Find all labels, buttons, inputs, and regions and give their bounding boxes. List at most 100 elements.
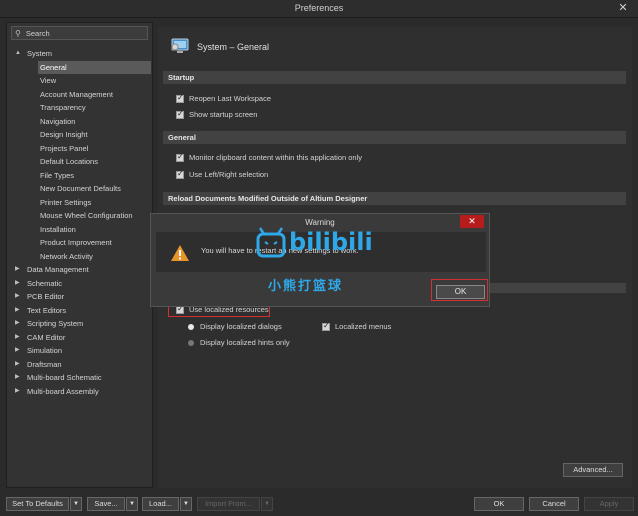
set-to-defaults-dropdown[interactable]: ▼ <box>70 497 82 511</box>
left-right-selection-checkbox[interactable]: Use Left/Right selection <box>176 169 269 179</box>
radio-selected[interactable] <box>188 323 194 330</box>
radio-unselected[interactable] <box>188 339 194 346</box>
checkbox-checked[interactable] <box>176 169 184 179</box>
left-right-selection-label: Use Left/Right selection <box>189 170 269 179</box>
tree-item-label: Projects Panel <box>40 143 89 153</box>
tree-item-new-document-defaults[interactable]: New Document Defaults <box>7 182 154 196</box>
tree-item-network-activity[interactable]: Network Activity <box>7 250 154 264</box>
tree-item-default-locations[interactable]: Default Locations <box>7 155 154 169</box>
tree-item-label: File Types <box>40 170 75 180</box>
checkbox-checked[interactable] <box>322 321 330 331</box>
import-from-button[interactable]: Import From... <box>197 497 260 511</box>
tree-item-label: Data Management <box>27 265 89 274</box>
bilibili-watermark: bilibili 小熊打篮球 <box>256 222 376 302</box>
tree-item-cam-editor[interactable]: ▶ CAM Editor <box>7 331 154 345</box>
tree-item-label: System <box>27 49 53 58</box>
tree-item-schematic[interactable]: ▶ Schematic <box>7 277 154 291</box>
tree-item-file-types[interactable]: File Types <box>7 169 154 183</box>
load-button[interactable]: Load... <box>142 497 179 511</box>
tree-item-label: Default Locations <box>40 157 98 166</box>
show-startup-label: Show startup screen <box>189 110 258 119</box>
checkbox-checked[interactable] <box>176 93 184 103</box>
tree-item-account-management[interactable]: Account Management <box>7 88 154 102</box>
tree-item-multi-board-schematic[interactable]: ▶ Multi-board Schematic <box>7 371 154 385</box>
tree-item-label: Transparency <box>40 103 86 112</box>
localized-dialogs-label: Display localized dialogs <box>200 322 282 331</box>
localized-menus-checkbox[interactable]: Localized menus <box>322 321 392 331</box>
expand-arrow-icon[interactable]: ▶ <box>15 263 20 277</box>
tree-item-label: General <box>38 60 151 74</box>
expand-arrow-icon[interactable]: ▶ <box>15 317 20 331</box>
preferences-tree-panel: ⚲ ▲ System General View Account Management Tr… <box>6 22 153 488</box>
tree-item-transparency[interactable]: Transparency <box>7 101 154 115</box>
tree-item-design-insight[interactable]: Design Insight <box>7 128 154 142</box>
tree-item-multi-board-assembly[interactable]: ▶ Multi-board Assembly <box>7 385 154 399</box>
expand-arrow-icon[interactable]: ▶ <box>15 290 20 304</box>
tree-item-view[interactable]: View <box>7 74 154 88</box>
system-general-icon <box>171 38 189 53</box>
tree-item-label: Mouse Wheel Configuration <box>40 211 133 220</box>
tree-item-data-management[interactable]: ▶ Data Management <box>7 263 154 277</box>
show-startup-checkbox[interactable]: Show startup screen <box>176 109 258 119</box>
tree-item-label: View <box>40 76 57 85</box>
localized-hints-label: Display localized hints only <box>200 338 290 347</box>
tree-item-navigation[interactable]: Navigation <box>7 115 154 129</box>
load-dropdown[interactable]: ▼ <box>180 497 192 511</box>
checkbox-checked[interactable] <box>176 152 184 162</box>
highlight-ok-button <box>431 279 488 301</box>
expand-arrow-icon[interactable]: ▶ <box>15 277 20 291</box>
save-button[interactable]: Save... <box>87 497 125 511</box>
tree-item-label: Account Management <box>40 89 113 99</box>
tree-item-scripting-system[interactable]: ▶ Scripting System <box>7 317 154 331</box>
localized-hints-radio[interactable]: Display localized hints only <box>188 338 290 347</box>
search-box[interactable]: ⚲ <box>11 26 148 40</box>
ok-button[interactable]: OK <box>474 497 524 511</box>
tree-item-label: Multi-board Schematic <box>27 373 102 382</box>
import-from-dropdown[interactable]: ▼ <box>261 497 273 511</box>
collapse-arrow-icon[interactable]: ▲ <box>15 47 21 61</box>
window-title: Preferences <box>294 3 344 13</box>
tree-item-product-improvement[interactable]: Product Improvement <box>7 236 154 250</box>
set-to-defaults-button[interactable]: Set To Defaults <box>6 497 69 511</box>
localized-menus-label: Localized menus <box>335 322 392 331</box>
tree-item-mouse-wheel-configuration[interactable]: Mouse Wheel Configuration <box>7 209 154 223</box>
checkbox-checked[interactable] <box>176 109 184 119</box>
tree-item-general[interactable]: General <box>7 60 154 74</box>
tree-item-label: Printer Settings <box>40 197 92 207</box>
tree-item-pcb-editor[interactable]: ▶ PCB Editor <box>7 290 154 304</box>
tree-item-label: Product Improvement <box>40 238 112 247</box>
section-startup: Startup <box>163 71 626 84</box>
apply-button[interactable]: Apply <box>584 497 634 511</box>
localized-dialogs-radio[interactable]: Display localized dialogs <box>188 322 282 331</box>
reopen-workspace-label: Reopen Last Workspace <box>189 94 271 103</box>
advanced-button[interactable]: Advanced... <box>563 463 623 477</box>
preferences-tree: ▲ System General View Account Management Tran… <box>7 47 154 398</box>
tree-item-projects-panel[interactable]: Projects Panel <box>7 142 154 156</box>
tree-item-label: Design Insight <box>40 130 88 139</box>
window-close-button[interactable]: ✕ <box>616 1 630 14</box>
monitor-clipboard-checkbox[interactable]: Monitor clipboard content within this ap… <box>176 152 363 162</box>
tree-item-simulation[interactable]: ▶ Simulation <box>7 344 154 358</box>
dialog-close-button[interactable]: ✕ <box>460 215 484 228</box>
expand-arrow-icon[interactable]: ▶ <box>15 385 20 399</box>
tree-item-label: Network Activity <box>40 251 93 261</box>
cancel-button[interactable]: Cancel <box>529 497 579 511</box>
warning-icon <box>171 245 189 261</box>
watermark-subtitle: 小熊打篮球 <box>268 278 344 293</box>
tree-item-printer-settings[interactable]: Printer Settings <box>7 196 154 210</box>
expand-arrow-icon[interactable]: ▶ <box>15 371 20 385</box>
search-input[interactable] <box>25 28 136 38</box>
expand-arrow-icon[interactable]: ▶ <box>15 331 20 345</box>
expand-arrow-icon[interactable]: ▶ <box>15 304 20 318</box>
reopen-workspace-checkbox[interactable]: Reopen Last Workspace <box>176 93 271 103</box>
monitor-clipboard-label: Monitor clipboard content within this ap… <box>189 153 363 162</box>
tree-item-text-editors[interactable]: ▶ Text Editors <box>7 304 154 318</box>
expand-arrow-icon[interactable]: ▶ <box>15 358 20 372</box>
tree-item-system[interactable]: ▲ System <box>7 47 154 61</box>
section-reload: Reload Documents Modified Outside of Alt… <box>163 192 626 205</box>
tree-item-installation[interactable]: Installation <box>7 223 154 237</box>
tree-item-draftsman[interactable]: ▶ Draftsman <box>7 358 154 372</box>
tree-item-label: Multi-board Assembly <box>27 386 99 396</box>
expand-arrow-icon[interactable]: ▶ <box>15 344 20 358</box>
save-dropdown[interactable]: ▼ <box>126 497 138 511</box>
